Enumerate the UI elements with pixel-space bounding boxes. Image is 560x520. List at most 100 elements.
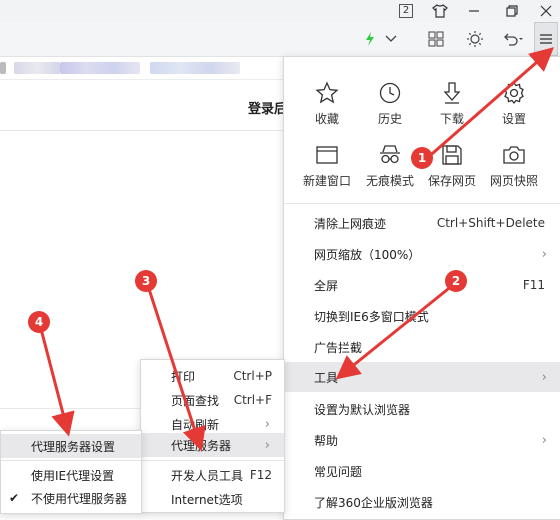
window-icon (316, 146, 338, 164)
menu-item-adblock[interactable]: 广告拦截 (284, 332, 560, 362)
chevron-right-icon: › (541, 246, 547, 262)
minimize-icon[interactable] (456, 0, 492, 22)
submenu-item-internet-options[interactable]: Internet选项 (141, 487, 284, 511)
menu-item-label: 帮助 (314, 433, 339, 448)
submenu-item-label: 页面查找 (171, 393, 220, 408)
submenu-item-devtools[interactable]: 开发人员工具 F12 (141, 463, 284, 487)
menu-item-label: 网页缩放（100%） (314, 247, 421, 262)
submenu-item-label: Internet选项 (171, 492, 243, 507)
menu-item-faq[interactable]: 常见问题 (284, 456, 560, 486)
incognito-button[interactable]: 无痕模式 (359, 139, 421, 195)
submenu-item-shortcut: Ctrl+P (233, 369, 272, 383)
bookmark-item[interactable] (150, 62, 240, 74)
proxy-submenu: 代理服务器设置 使用IE代理设置 ✔ 不使用代理服务器 (0, 430, 142, 514)
proxy-item-label: 代理服务器设置 (31, 439, 116, 454)
proxy-item-settings[interactable]: 代理服务器设置 (1, 434, 141, 458)
chevron-down-icon[interactable] (382, 22, 400, 56)
chevron-right-icon: › (541, 432, 547, 448)
save-page-button[interactable]: 保存网页 (421, 139, 483, 195)
menu-item-label: 切换到IE6多窗口模式 (314, 309, 429, 324)
menu-icon[interactable] (534, 22, 558, 56)
tools-submenu: 打印 Ctrl+P 页面查找 Ctrl+F 自动刷新 › 代理服务器 › 开发人… (140, 359, 285, 513)
download-label: 下载 (439, 112, 464, 126)
chevron-right-icon: › (541, 369, 547, 385)
annotation-badge-4: 4 (28, 311, 50, 333)
menu-item-zoom[interactable]: 网页缩放（100%） › (284, 239, 560, 269)
save-page-label: 保存网页 (427, 174, 476, 188)
new-window-label: 新建窗口 (302, 174, 351, 188)
submenu-item-proxy[interactable]: 代理服务器 › (141, 433, 284, 457)
menu-item-help[interactable]: 帮助 › (284, 425, 560, 455)
proxy-item-label: 不使用代理服务器 (31, 491, 128, 506)
save-icon (442, 145, 462, 165)
shirt-icon[interactable] (422, 0, 458, 22)
lightning-icon[interactable] (362, 22, 378, 56)
menu-item-clear-history[interactable]: 清除上网痕迹 Ctrl+Shift+Delete (284, 208, 560, 238)
bookmark-item[interactable] (14, 62, 60, 74)
counter-icon[interactable]: 2 (388, 0, 424, 22)
divider (0, 408, 140, 409)
submenu-item-find[interactable]: 页面查找 Ctrl+F (141, 388, 284, 412)
settings-label: 设置 (501, 112, 526, 126)
submenu-item-label: 代理服务器 (171, 438, 232, 453)
restore-icon[interactable] (494, 0, 530, 22)
camera-icon (503, 146, 525, 164)
snapshot-button[interactable]: 网页快照 (483, 139, 545, 195)
bookmark-item[interactable] (0, 62, 6, 74)
download-icon (443, 82, 461, 104)
menu-separator (284, 203, 560, 204)
submenu-separator (1, 460, 141, 461)
submenu-item-print[interactable]: 打印 Ctrl+P (141, 364, 284, 388)
proxy-item-no-proxy[interactable]: ✔ 不使用代理服务器 (1, 486, 141, 510)
login-text[interactable]: 登录后 (248, 98, 287, 117)
clock-icon (379, 82, 401, 104)
menu-item-about-enterprise[interactable]: 了解360企业版浏览器 (284, 487, 560, 517)
submenu-item-label: 自动刷新 (171, 417, 220, 432)
main-menu: 收藏 历史 下载 设置 新建窗口 无痕模式 保存网页 网页快照 清除上网痕迹 C… (283, 56, 560, 520)
proxy-item-use-ie[interactable]: 使用IE代理设置 (1, 463, 141, 487)
favorites-button[interactable]: 收藏 (296, 77, 358, 133)
new-window-button[interactable]: 新建窗口 (296, 139, 358, 195)
menu-item-label: 清除上网痕迹 (314, 216, 387, 231)
counter-badge: 2 (398, 4, 414, 18)
annotation-arrow-4 (38, 324, 75, 437)
chevron-right-icon: › (264, 437, 270, 453)
submenu-item-label: 开发人员工具 (171, 468, 244, 483)
undo-icon[interactable] (498, 22, 528, 56)
bookmark-item[interactable] (60, 62, 140, 74)
snapshot-label: 网页快照 (489, 174, 538, 188)
proxy-item-label: 使用IE代理设置 (31, 468, 115, 483)
title-bar: 2 (0, 0, 560, 22)
menu-item-fullscreen[interactable]: 全屏 F11 (284, 270, 560, 300)
brightness-icon[interactable] (462, 22, 488, 56)
menu-item-ie6-mode[interactable]: 切换到IE6多窗口模式 (284, 301, 560, 331)
annotation-badge-2: 2 (445, 270, 467, 292)
submenu-item-shortcut: Ctrl+F (233, 393, 272, 407)
menu-item-tools[interactable]: 工具 › (284, 362, 560, 392)
checkmark-icon: ✔ (9, 491, 20, 505)
close-icon[interactable] (528, 0, 560, 22)
download-button[interactable]: 下载 (421, 77, 483, 133)
history-button[interactable]: 历史 (359, 77, 421, 133)
menu-item-default-browser[interactable]: 设置为默认浏览器 (284, 394, 560, 424)
toolbar (0, 22, 560, 57)
incognito-label: 无痕模式 (365, 174, 414, 188)
menu-item-label: 全屏 (314, 278, 339, 293)
settings-button[interactable]: 设置 (483, 77, 545, 133)
menu-item-label: 常见问题 (314, 464, 363, 479)
chevron-right-icon: › (264, 416, 270, 432)
menu-item-shortcut: Ctrl+Shift+Delete (436, 216, 545, 230)
menu-item-label: 广告拦截 (314, 340, 363, 355)
submenu-item-label: 打印 (171, 369, 196, 384)
menu-item-label: 工具 (314, 370, 339, 385)
menu-item-label: 了解360企业版浏览器 (314, 495, 433, 510)
divider (0, 130, 290, 131)
annotation-badge-1: 1 (411, 147, 433, 169)
gear-icon (504, 81, 524, 105)
menu-item-label: 设置为默认浏览器 (314, 402, 411, 417)
submenu-item-shortcut: F12 (249, 468, 272, 482)
grid-icon[interactable] (424, 22, 448, 56)
menu-item-shortcut: F11 (522, 278, 545, 292)
star-icon (315, 81, 339, 104)
submenu-separator (141, 460, 284, 461)
